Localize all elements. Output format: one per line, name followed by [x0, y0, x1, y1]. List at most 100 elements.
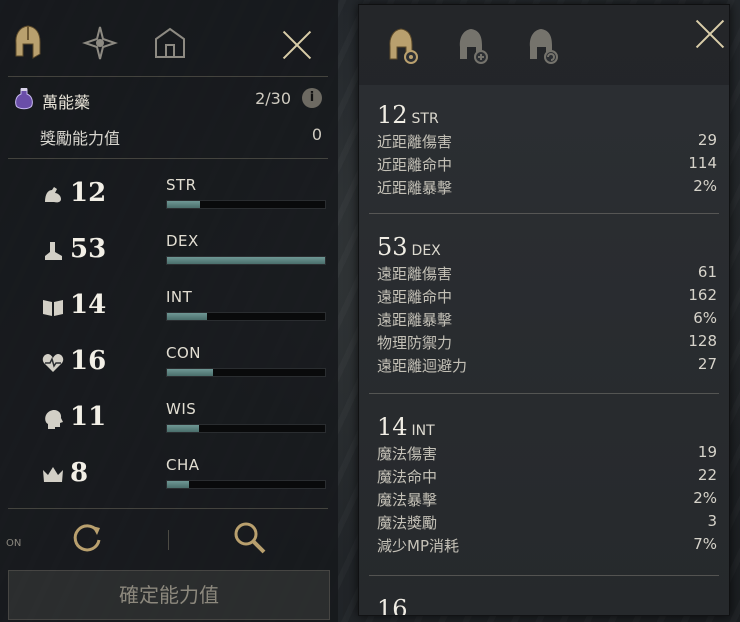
detail-value: 27	[697, 355, 717, 373]
detail-label: 遠距離迴避力	[377, 357, 468, 375]
helmet-gear-icon	[389, 28, 418, 64]
detail-label: 近距離傷害	[377, 133, 453, 151]
detail-label: 魔法獎勵	[377, 514, 438, 532]
detail-label: 遠距離傷害	[377, 265, 453, 283]
potion-icon	[15, 88, 33, 110]
detail-row: 魔法暴擊 2%	[377, 489, 717, 512]
detail-row: 近距離命中 114	[377, 154, 717, 177]
detail-value: 128	[688, 332, 717, 350]
star-compass-icon	[82, 26, 118, 60]
section-stat-abbr: INT	[411, 423, 435, 439]
stat-abbr: INT	[166, 288, 193, 306]
star-tab[interactable]	[80, 22, 120, 64]
potion-count: 2/30	[255, 89, 291, 108]
details-section-dex: 53 DEX 遠距離傷害 61 遠距離命中 162 遠距離暴擊 6% 物理防禦力 128 …	[377, 233, 717, 378]
detail-label: 近距離命中	[377, 156, 453, 174]
toolbar-separator	[168, 530, 169, 550]
section-title: 53 DEX	[377, 233, 717, 263]
details-section-int: 14 INT 魔法傷害 19 魔法命中 22 魔法暴擊 2% 魔法獎勵 3 減少MP消耗 7…	[377, 413, 717, 558]
detail-value: 22	[697, 466, 717, 484]
stat-abbr: CON	[166, 344, 202, 362]
detail-value: 3	[707, 512, 717, 530]
info-icon[interactable]: i	[302, 88, 322, 108]
crown-icon	[40, 462, 66, 488]
stat-abbr: DEX	[166, 232, 199, 250]
helmet-icon	[15, 25, 41, 59]
stat-bar-fill	[167, 257, 325, 264]
elixir-row: 萬能藥 2/30 i	[14, 88, 324, 114]
arm-icon	[40, 182, 66, 208]
details-tab-bonus[interactable]	[451, 25, 495, 69]
section-divider	[369, 575, 719, 576]
stat-bar	[166, 256, 326, 265]
detail-label: 物理防禦力	[377, 334, 453, 352]
detail-value: 2%	[693, 489, 717, 507]
toggle-on-label: ON	[6, 538, 22, 549]
detail-value: 2%	[693, 177, 717, 195]
divider	[8, 158, 328, 159]
detail-value: 114	[688, 154, 717, 172]
details-section-str: 12 STR 近距離傷害 29 近距離命中 114 近距離暴擊 2%	[377, 101, 717, 200]
castle-tab[interactable]	[150, 22, 190, 64]
close-left-panel-button[interactable]	[280, 28, 314, 62]
stat-value: 16	[70, 346, 107, 376]
stat-row-wis[interactable]: 11 WIS	[40, 400, 330, 446]
detail-label: 魔法暴擊	[377, 491, 438, 509]
stat-row-con[interactable]: 16 CON	[40, 344, 330, 390]
stat-bar	[166, 480, 326, 489]
detail-value: 6%	[693, 309, 717, 327]
confirm-stats-button[interactable]: 確定能力值	[8, 570, 330, 620]
reset-button[interactable]	[70, 520, 104, 554]
stat-row-int[interactable]: 14 INT	[40, 288, 330, 334]
stat-row-str[interactable]: 12 STR	[40, 176, 330, 222]
details-header	[359, 5, 729, 85]
stat-bar	[166, 200, 326, 209]
section-stat-value: 53	[377, 233, 408, 261]
detail-row: 近距離傷害 29	[377, 131, 717, 154]
stat-row-dex[interactable]: 53 DEX	[40, 232, 330, 278]
detail-value: 7%	[693, 535, 717, 553]
detail-label: 魔法傷害	[377, 445, 438, 463]
detail-label: 減少MP消耗	[377, 537, 459, 555]
helmet-tab[interactable]	[8, 22, 48, 64]
detail-row: 魔法命中 22	[377, 466, 717, 489]
section-title: 14 INT	[377, 413, 717, 443]
close-details-button[interactable]	[693, 17, 727, 51]
helmet-swirl-icon	[529, 29, 558, 64]
detail-row: 遠距離命中 162	[377, 286, 717, 309]
section-stat-abbr: STR	[411, 111, 439, 127]
stat-bar-fill	[167, 313, 207, 320]
detail-row: 遠距離傷害 61	[377, 263, 717, 286]
stat-bar-fill	[167, 481, 190, 488]
stat-bar-fill	[167, 201, 201, 208]
helmet-plus-icon	[459, 29, 488, 64]
stat-value: 53	[70, 234, 107, 264]
stat-row-cha[interactable]: 8 CHA	[40, 456, 330, 502]
bonus-points-value: 0	[311, 125, 322, 144]
section-stat-value: 14	[377, 413, 408, 441]
castle-icon	[155, 27, 185, 58]
magnifier-icon	[234, 522, 266, 554]
stat-abbr: STR	[166, 176, 197, 194]
stat-value: 11	[70, 402, 107, 432]
stat-value: 14	[70, 290, 107, 320]
detail-value: 162	[688, 286, 717, 304]
details-tab-special[interactable]	[521, 25, 565, 69]
stat-bar	[166, 312, 326, 321]
next-section-value-partial: 16	[377, 595, 408, 616]
left-bottom-toolbar	[0, 520, 338, 560]
detail-value: 29	[697, 131, 717, 149]
detail-label: 近距離暴擊	[377, 179, 453, 197]
inspect-button[interactable]	[232, 520, 268, 556]
section-stat-abbr: DEX	[411, 243, 441, 259]
section-divider	[369, 213, 719, 214]
left-tab-bar	[8, 22, 338, 72]
detail-row: 近距離暴擊 2%	[377, 177, 717, 200]
head-icon	[40, 406, 66, 432]
stat-abbr: CHA	[166, 456, 200, 474]
heart-icon	[40, 350, 66, 376]
stat-bar-fill	[167, 369, 213, 376]
section-divider	[369, 393, 719, 394]
detail-value: 19	[697, 443, 717, 461]
details-tab-stats[interactable]	[381, 25, 425, 69]
